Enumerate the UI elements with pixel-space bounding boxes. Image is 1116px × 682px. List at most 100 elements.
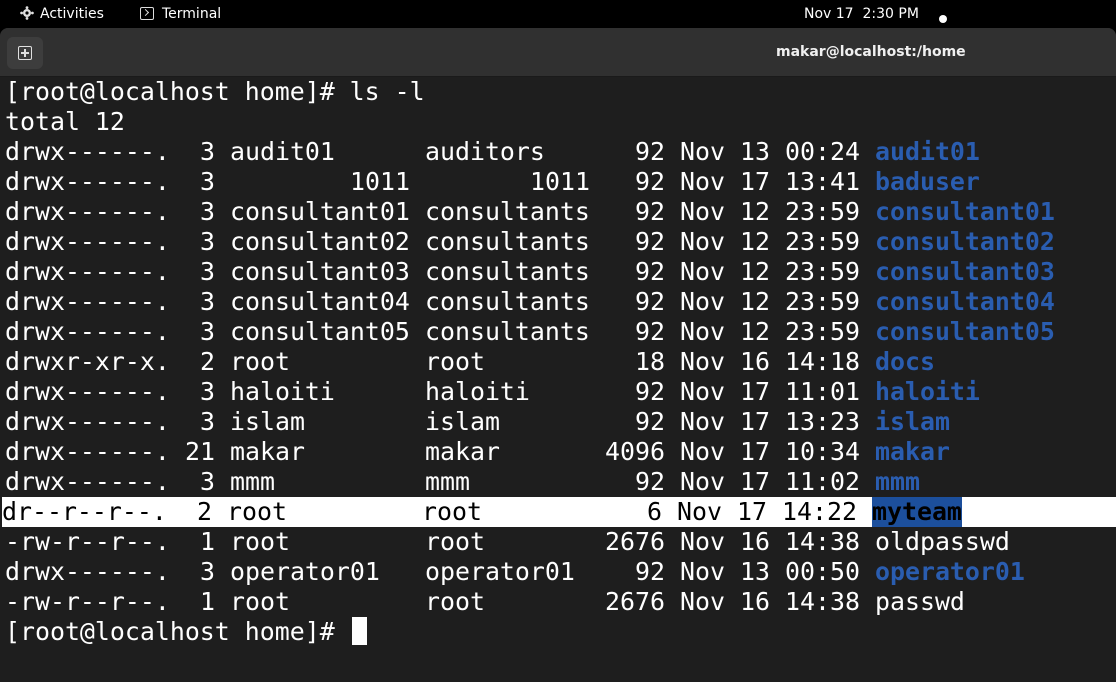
row-permissions: dr--r--r--. (2, 497, 167, 526)
row-filename: mmm (875, 467, 920, 496)
row-owner: audit01 (230, 137, 335, 166)
row-size: 92 (635, 227, 665, 256)
row-size: 92 (635, 377, 665, 406)
row-owner: consultant03 (230, 257, 410, 286)
row-link-count: 1 (200, 527, 215, 556)
row-time: 23:59 (785, 317, 860, 346)
row-group: root (425, 527, 485, 556)
row-filename: oldpasswd (875, 527, 1010, 556)
row-permissions: drwx------. (5, 557, 170, 586)
row-filename: audit01 (875, 137, 980, 166)
prompt: [root@localhost home]# (5, 77, 350, 106)
row-permissions: -rw-r--r--. (5, 527, 170, 556)
row-link-count: 3 (200, 257, 215, 286)
row-size: 92 (635, 137, 665, 166)
row-day: 13 (740, 137, 770, 166)
row-permissions: drwx------. (5, 407, 170, 436)
row-group: haloiti (425, 377, 530, 406)
row-group: root (425, 587, 485, 616)
row-filename: passwd (875, 587, 965, 616)
row-link-count: 1 (200, 587, 215, 616)
row-day: 17 (740, 407, 770, 436)
row-group: consultants (425, 287, 590, 316)
row-size: 92 (635, 317, 665, 346)
row-time: 23:59 (785, 287, 860, 316)
listing-row: -rw-r--r--. 1 root root 2676 Nov 16 14:38 oldpas… (5, 527, 1116, 557)
notification-dot-icon (939, 10, 947, 28)
total-line: total 12 (5, 107, 125, 136)
new-tab-button[interactable] (7, 37, 43, 69)
command-line: [root@localhost home]# ls -l (5, 77, 1116, 107)
prompt: [root@localhost home]# (5, 617, 350, 646)
row-day: 13 (740, 557, 770, 586)
row-group: islam (425, 407, 500, 436)
listing-row: -rw-r--r--. 1 root root 2676 Nov 16 14:38 passwd (5, 587, 1116, 617)
row-owner: consultant04 (230, 287, 410, 316)
row-filename: islam (875, 407, 950, 436)
row-month: Nov (677, 497, 722, 526)
row-time: 14:38 (785, 587, 860, 616)
row-time: 14:18 (785, 347, 860, 376)
row-group: consultants (425, 197, 590, 226)
row-size: 2676 (605, 527, 665, 556)
row-month: Nov (680, 587, 725, 616)
row-size: 6 (647, 497, 662, 526)
row-filename: haloiti (875, 377, 980, 406)
listing-row: drwx------. 3 consultant03 consultants 92 Nov… (5, 257, 1116, 287)
row-month: Nov (680, 407, 725, 436)
listing-row: drwx------. 3 haloiti haloiti 92 Nov 17 11:01 ha… (5, 377, 1116, 407)
row-link-count: 3 (200, 137, 215, 166)
row-permissions: drwx------. (5, 287, 170, 316)
row-filename: consultant04 (875, 287, 1055, 316)
listing-row: drwx------. 3 1011 1011 92 Nov 17 13:41 baduser (5, 167, 1116, 197)
row-size: 92 (635, 557, 665, 586)
row-link-count: 3 (200, 407, 215, 436)
row-filename: myteam (872, 497, 962, 527)
row-group: mmm (425, 467, 470, 496)
row-permissions: drwx------. (5, 467, 170, 496)
row-time: 23:59 (785, 257, 860, 286)
row-time: 14:22 (782, 497, 857, 526)
row-filename: makar (875, 437, 950, 466)
clock[interactable]: Nov 17 2:30 PM (804, 5, 919, 23)
row-group: root (422, 497, 482, 526)
app-menu-terminal[interactable]: Terminal (140, 5, 221, 23)
row-time: 00:24 (785, 137, 860, 166)
row-owner: mmm (230, 467, 275, 496)
command-text: ls -l (349, 77, 425, 106)
row-month: Nov (680, 137, 725, 166)
terminal-icon (140, 7, 154, 20)
row-time: 00:50 (785, 557, 860, 586)
row-size: 4096 (605, 437, 665, 466)
terminal-output[interactable]: [root@localhost home]# ls -l total 12 dr… (2, 77, 1116, 647)
row-filename: consultant01 (875, 197, 1055, 226)
row-owner: root (230, 587, 290, 616)
row-owner: haloiti (230, 377, 335, 406)
new-tab-icon (18, 46, 32, 60)
activities-label: Activities (40, 6, 104, 22)
listing-row: drwx------. 3 islam islam 92 Nov 17 13:23 islam (5, 407, 1116, 437)
app-menu-label: Terminal (162, 6, 222, 22)
activities-button[interactable]: Activities (20, 5, 104, 23)
row-permissions: -rw-r--r--. (5, 587, 170, 616)
row-month: Nov (680, 197, 725, 226)
row-day: 17 (740, 167, 770, 196)
row-month: Nov (680, 257, 725, 286)
row-month: Nov (680, 317, 725, 346)
row-link-count: 3 (200, 227, 215, 256)
listing-row: drwx------. 3 consultant04 consultants 92 Nov… (5, 287, 1116, 317)
row-filename: docs (875, 347, 935, 376)
row-day: 16 (740, 587, 770, 616)
row-day: 16 (740, 347, 770, 376)
cursor (351, 617, 367, 645)
row-time: 11:02 (785, 467, 860, 496)
row-owner: consultant05 (230, 317, 410, 346)
row-month: Nov (680, 467, 725, 496)
prompt-line: [root@localhost home]# (5, 617, 1116, 647)
listing-row: drwx------. 3 mmm mmm 92 Nov 17 11:02 mmm (5, 467, 1116, 497)
row-link-count: 3 (200, 377, 215, 406)
listing-row: dr--r--r--. 2 root root 6 Nov 17 14:22 myteam (2, 497, 1116, 527)
row-group: consultants (425, 227, 590, 256)
row-group: makar (425, 437, 500, 466)
listing-row: drwx------. 3 operator01 operator01 92 Nov 13 0… (5, 557, 1116, 587)
